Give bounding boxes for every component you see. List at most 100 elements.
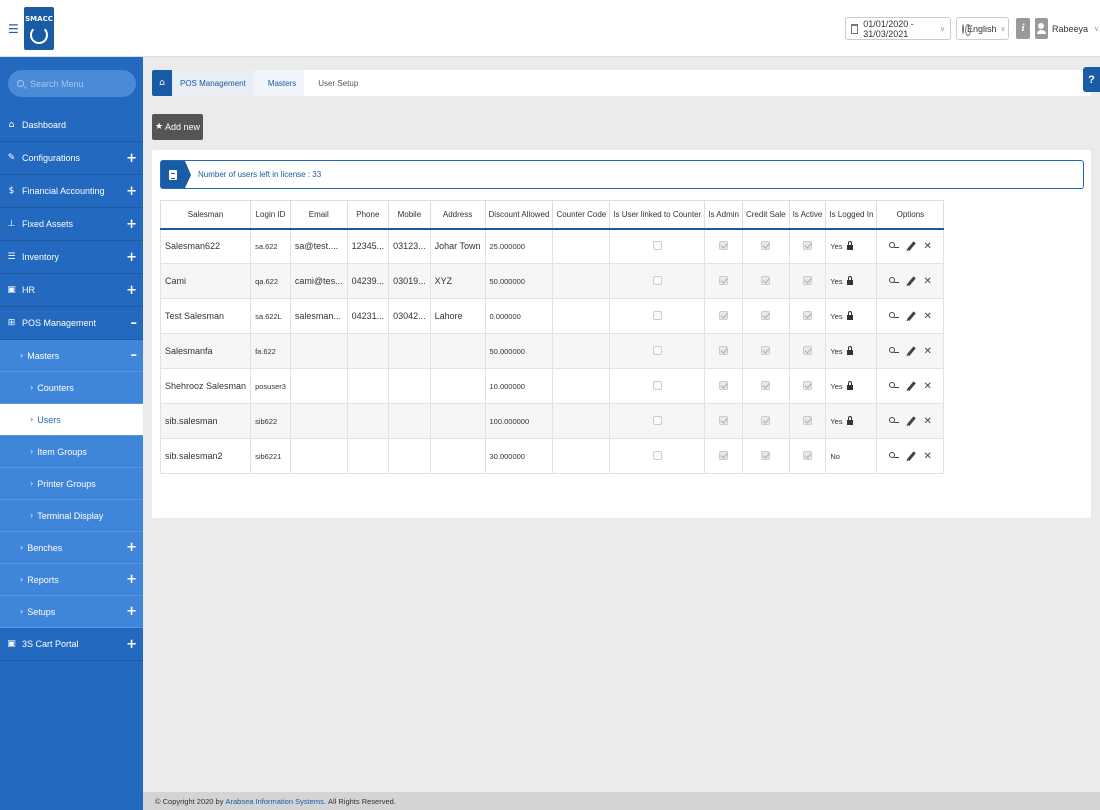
column-header[interactable]: Login ID [250,200,291,230]
sidebar-item-dashboard[interactable]: ⌂ Dashboard [0,109,143,142]
table-row[interactable]: Test Salesman sa.622L salesman... 04231... 0… [159,298,945,334]
is-active-checkbox[interactable] [802,450,812,460]
language-selector[interactable]: English ∨ [956,17,1009,40]
column-header[interactable]: Is Logged In [825,200,878,230]
user-menu[interactable]: Rabeeya ∨ [1035,18,1099,39]
sidebar-item-inventory[interactable]: ☰ Inventory + [0,241,143,274]
is-admin-checkbox[interactable] [719,310,729,320]
search-menu-input[interactable]: Search Menu [8,70,136,97]
breadcrumb-pos-management[interactable]: POS Management [172,70,259,96]
delete-x-icon[interactable]: ✕ [923,451,931,462]
sidebar-item-pos-management[interactable]: ⊞ POS Management – [0,307,143,340]
is-admin-checkbox[interactable] [719,345,729,355]
is-admin-checkbox[interactable] [719,450,729,460]
is-active-checkbox[interactable] [802,310,812,320]
lock-icon[interactable] [846,415,853,425]
is-admin-checkbox[interactable] [719,415,729,425]
is-active-checkbox[interactable] [802,240,812,250]
table-row[interactable]: sib.salesman2 sib6221 30.000000 No ✕ [159,438,945,474]
linked-to-counter-checkbox[interactable] [652,345,662,355]
key-icon[interactable] [888,416,899,426]
sidebar-item-masters[interactable]: › Masters – [0,340,143,372]
pencil-icon[interactable] [907,451,916,461]
lock-icon[interactable] [846,275,853,285]
info-button[interactable]: i [1016,18,1030,39]
hamburger-menu-icon[interactable]: ☰ [8,22,19,36]
key-icon[interactable] [888,276,899,286]
lock-icon[interactable] [846,380,853,390]
column-header[interactable]: Address [429,200,486,230]
sidebar-item-counters[interactable]: › Counters [0,372,143,404]
is-admin-checkbox[interactable] [719,240,729,250]
sidebar-item-users[interactable]: › Users [0,404,143,436]
help-button[interactable]: ? [1083,67,1100,92]
column-header[interactable]: Email [289,200,348,230]
pencil-icon[interactable] [907,311,916,321]
is-active-checkbox[interactable] [802,415,812,425]
column-header[interactable]: Mobile [388,200,431,230]
sidebar-item-hr[interactable]: ▣ HR + [0,274,143,307]
linked-to-counter-checkbox[interactable] [652,240,662,250]
pencil-icon[interactable] [907,346,916,356]
delete-x-icon[interactable]: ✕ [923,416,931,427]
delete-x-icon[interactable]: ✕ [923,241,931,252]
credit-sale-checkbox[interactable] [761,380,771,390]
is-active-checkbox[interactable] [802,345,812,355]
column-header[interactable]: Phone [346,200,390,230]
sidebar-item-financial-accounting[interactable]: $ Financial Accounting + [0,175,143,208]
smacc-logo[interactable]: SMACC [24,7,54,50]
key-icon[interactable] [888,451,899,461]
sidebar-item-3s-cart-portal[interactable]: ▣ 3S Cart Portal + [0,628,143,661]
footer-company-link[interactable]: Arabsea Information Systems. [225,797,325,806]
is-admin-checkbox[interactable] [719,380,729,390]
linked-to-counter-checkbox[interactable] [652,310,662,320]
delete-x-icon[interactable]: ✕ [923,311,931,322]
home-icon[interactable]: ⌂ [152,70,172,96]
table-row[interactable]: sib.salesman sib622 100.000000 Yes ✕ [159,403,945,439]
key-icon[interactable] [888,346,899,356]
pencil-icon[interactable] [907,276,916,286]
sidebar-item-configurations[interactable]: ✎ Configurations + [0,142,143,175]
column-header[interactable]: Counter Code [552,200,611,230]
credit-sale-checkbox[interactable] [761,310,771,320]
sidebar-item-setups[interactable]: › Setups + [0,596,143,628]
table-row[interactable]: Cami qa.622 cami@tes... 04239... 03019... XYZ… [159,263,945,299]
pencil-icon[interactable] [907,416,916,426]
is-active-checkbox[interactable] [802,275,812,285]
delete-x-icon[interactable]: ✕ [923,276,931,287]
delete-x-icon[interactable]: ✕ [923,381,931,392]
linked-to-counter-checkbox[interactable] [652,450,662,460]
breadcrumb-masters[interactable]: Masters [253,70,305,96]
delete-x-icon[interactable]: ✕ [923,346,931,357]
key-icon[interactable] [888,381,899,391]
sidebar-item-terminal-display[interactable]: › Terminal Display [0,500,143,532]
lock-icon[interactable] [846,345,853,355]
lock-icon[interactable] [846,240,853,250]
column-header[interactable]: Credit Sale [741,200,790,230]
credit-sale-checkbox[interactable] [761,450,771,460]
table-row[interactable]: Salesmanfa fa.622 50.000000 Yes ✕ [159,333,945,369]
sidebar-item-benches[interactable]: › Benches + [0,532,143,564]
sidebar-item-fixed-assets[interactable]: ⊥ Fixed Assets + [0,208,143,241]
credit-sale-checkbox[interactable] [761,275,771,285]
credit-sale-checkbox[interactable] [761,415,771,425]
date-range-selector[interactable]: 01/01/2020 - 31/03/2021 ∨ [845,17,951,40]
sidebar-item-printer-groups[interactable]: › Printer Groups [0,468,143,500]
sidebar-item-item-groups[interactable]: › Item Groups [0,436,143,468]
add-new-button[interactable]: ★ Add new [152,114,203,140]
key-icon[interactable] [888,311,899,321]
sidebar-item-reports[interactable]: › Reports + [0,564,143,596]
column-header[interactable]: Is Active [788,200,827,230]
column-header[interactable]: Salesman [159,200,252,230]
table-row[interactable]: Shehrooz Salesman posuser3 10.000000 Yes ✕ [159,368,945,404]
pencil-icon[interactable] [907,381,916,391]
is-active-checkbox[interactable] [802,380,812,390]
pencil-icon[interactable] [907,241,916,251]
lock-icon[interactable] [846,310,853,320]
credit-sale-checkbox[interactable] [761,240,771,250]
key-icon[interactable] [888,241,899,251]
column-header[interactable]: Options [876,200,945,230]
column-header[interactable]: Is User linked to Counter [609,200,706,230]
table-row[interactable]: Salesman622 sa.622 sa@test.... 12345... 0312… [159,228,945,264]
linked-to-counter-checkbox[interactable] [652,275,662,285]
